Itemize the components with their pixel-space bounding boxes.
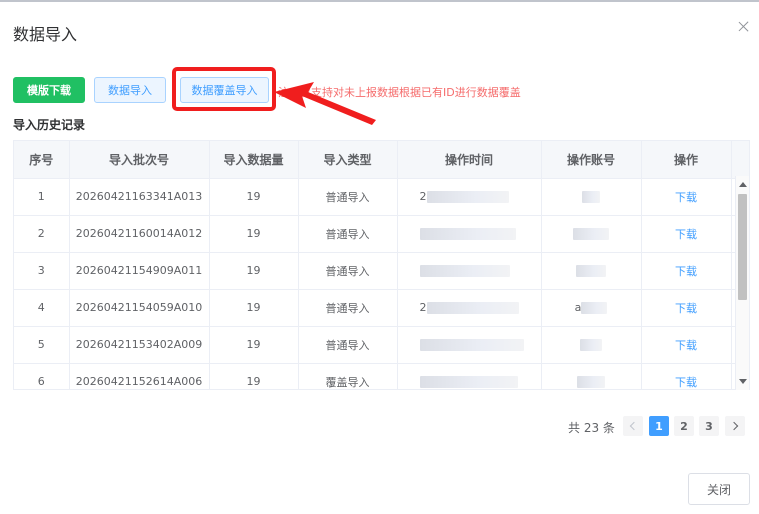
row-operation-time: 2 bbox=[397, 178, 542, 216]
row-import-type: 普通导入 bbox=[298, 252, 398, 290]
table-header-row: 序号 导入批次号 导入数据量 导入类型 操作时间 操作账号 操作 bbox=[14, 141, 749, 179]
redacted-account bbox=[581, 302, 608, 314]
download-link[interactable]: 下载 bbox=[641, 289, 732, 327]
row-count: 19 bbox=[209, 326, 299, 364]
redacted-account bbox=[573, 228, 609, 240]
close-icon[interactable] bbox=[736, 19, 752, 35]
row-account bbox=[541, 178, 642, 216]
download-link[interactable]: 下载 bbox=[641, 252, 732, 290]
download-link[interactable]: 下载 bbox=[641, 178, 732, 216]
dialog-title: 数据导入 bbox=[13, 25, 78, 44]
row-count: 19 bbox=[209, 215, 299, 253]
scroll-down-arrow-icon[interactable] bbox=[739, 379, 747, 384]
row-count: 19 bbox=[209, 178, 299, 216]
pagination-page-2[interactable]: 2 bbox=[674, 416, 694, 436]
row-operation-time bbox=[397, 326, 542, 364]
table-row: 4 20260421154059A010 19 普通导入 2 a 下载 bbox=[14, 289, 749, 327]
column-header: 操作 bbox=[641, 141, 732, 179]
row-import-type: 覆盖导入 bbox=[298, 363, 398, 389]
column-header: 导入类型 bbox=[298, 141, 398, 179]
redacted-account bbox=[580, 339, 602, 351]
row-import-type: 普通导入 bbox=[298, 178, 398, 216]
column-header: 导入数据量 bbox=[209, 141, 299, 179]
history-section-title: 导入历史记录 bbox=[13, 118, 86, 132]
column-header: 操作账号 bbox=[541, 141, 642, 179]
row-import-type: 普通导入 bbox=[298, 289, 398, 327]
row-account bbox=[541, 363, 642, 389]
history-table: 序号 导入批次号 导入数据量 导入类型 操作时间 操作账号 操作 1 20260… bbox=[13, 140, 750, 390]
chevron-right-icon bbox=[729, 421, 739, 431]
pagination-total: 共 23 条 bbox=[568, 421, 615, 435]
row-operation-time bbox=[397, 215, 542, 253]
row-import-type: 普通导入 bbox=[298, 215, 398, 253]
redacted-account bbox=[582, 191, 600, 203]
pagination-page-1[interactable]: 1 bbox=[649, 416, 669, 436]
data-cover-import-button[interactable]: 数据覆盖导入 bbox=[180, 77, 269, 103]
column-header-gutter bbox=[731, 141, 749, 179]
close-button[interactable]: 关闭 bbox=[688, 473, 750, 505]
row-batch-number: 20260421154059A010 bbox=[69, 289, 210, 327]
row-operation-time bbox=[397, 363, 542, 389]
row-index: 4 bbox=[14, 289, 70, 327]
column-header: 导入批次号 bbox=[69, 141, 210, 179]
row-batch-number: 20260421153402A009 bbox=[69, 326, 210, 364]
row-count: 19 bbox=[209, 252, 299, 290]
row-batch-number: 20260421160014A012 bbox=[69, 215, 210, 253]
scroll-thumb[interactable] bbox=[738, 194, 747, 300]
row-count: 19 bbox=[209, 289, 299, 327]
row-account bbox=[541, 252, 642, 290]
redacted-time bbox=[419, 339, 524, 351]
row-operation-time bbox=[397, 252, 542, 290]
row-index: 5 bbox=[14, 326, 70, 364]
redacted-account bbox=[576, 265, 606, 277]
row-count: 19 bbox=[209, 363, 299, 389]
table-row: 2 20260421160014A012 19 普通导入 下载 bbox=[14, 215, 749, 253]
redacted-time bbox=[419, 376, 518, 388]
scroll-up-arrow-icon[interactable] bbox=[739, 182, 747, 187]
row-index: 3 bbox=[14, 252, 70, 290]
table-scrollbar[interactable] bbox=[735, 176, 749, 390]
chevron-left-icon bbox=[629, 421, 639, 431]
table-row: 6 20260421152614A006 19 覆盖导入 下载 bbox=[14, 363, 749, 389]
data-import-button[interactable]: 数据导入 bbox=[94, 77, 166, 103]
template-download-button[interactable]: 模版下载 bbox=[13, 77, 85, 103]
dialog-top-border bbox=[0, 0, 759, 2]
redacted-time bbox=[426, 191, 509, 203]
download-link[interactable]: 下载 bbox=[641, 363, 732, 389]
column-header: 序号 bbox=[14, 141, 70, 179]
pagination-next-button[interactable] bbox=[725, 416, 745, 436]
redacted-time bbox=[419, 228, 516, 240]
row-index: 1 bbox=[14, 178, 70, 216]
redacted-time bbox=[419, 265, 510, 277]
pagination-prev-button[interactable] bbox=[623, 416, 643, 436]
row-index: 6 bbox=[14, 363, 70, 389]
table-row: 5 20260421153402A009 19 普通导入 下载 bbox=[14, 326, 749, 364]
row-index: 2 bbox=[14, 215, 70, 253]
pagination-page-3[interactable]: 3 bbox=[699, 416, 719, 436]
redacted-time bbox=[426, 302, 519, 314]
row-operation-time: 2 bbox=[397, 289, 542, 327]
row-account: a bbox=[541, 289, 642, 327]
row-account bbox=[541, 326, 642, 364]
row-batch-number: 20260421154909A011 bbox=[69, 252, 210, 290]
redacted-account bbox=[577, 376, 605, 388]
row-batch-number: 20260421152614A006 bbox=[69, 363, 210, 389]
row-account bbox=[541, 215, 642, 253]
row-import-type: 普通导入 bbox=[298, 326, 398, 364]
table-row: 1 20260421163341A013 19 普通导入 2 下载 bbox=[14, 178, 749, 216]
download-link[interactable]: 下载 bbox=[641, 215, 732, 253]
row-batch-number: 20260421163341A013 bbox=[69, 178, 210, 216]
table-row: 3 20260421154909A011 19 普通导入 下载 bbox=[14, 252, 749, 290]
download-link[interactable]: 下载 bbox=[641, 326, 732, 364]
column-header: 操作时间 bbox=[397, 141, 542, 179]
annotation-arrow-icon bbox=[274, 82, 376, 125]
